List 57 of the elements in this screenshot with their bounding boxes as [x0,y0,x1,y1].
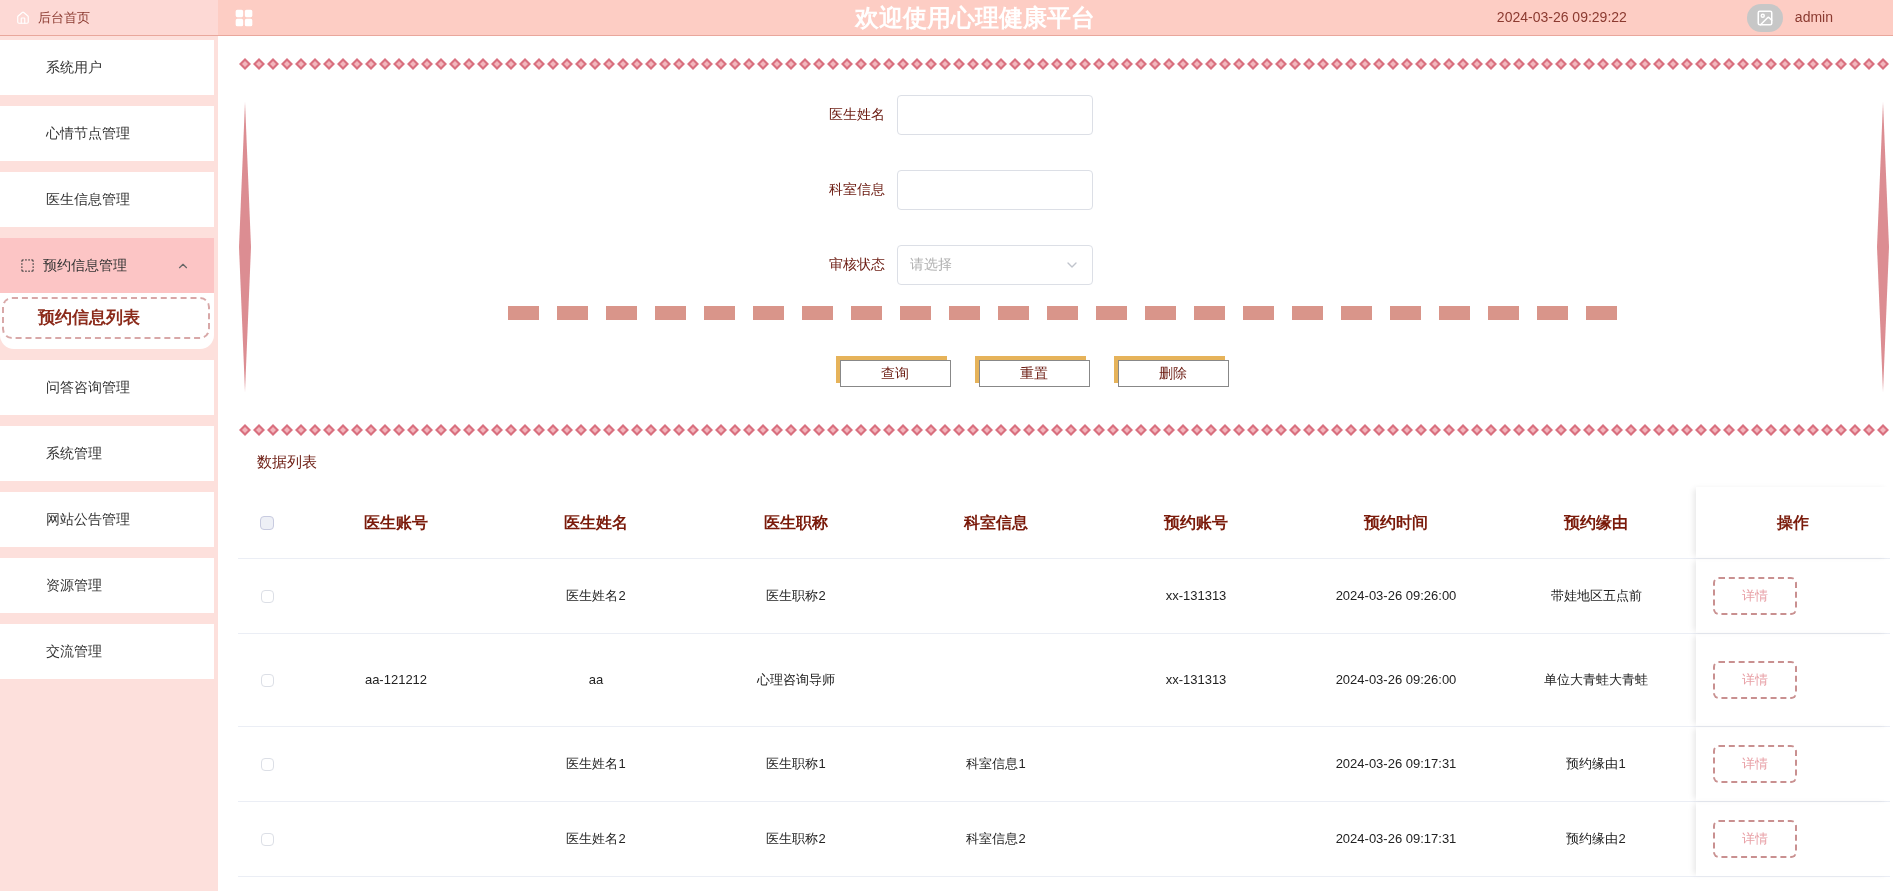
row-checkbox[interactable] [260,589,274,603]
table-cell-text: xx-131313 [1165,671,1227,690]
column-header: 预约账号 [1164,512,1228,533]
row-checkbox[interactable] [260,757,274,771]
datetime-text: 2024-03-26 09:29:22 [1496,8,1627,27]
table-cell-text: 预约缘由1 [1566,755,1626,774]
sidebar-item[interactable]: 资源管理 [0,558,214,613]
table-cell-text: 单位大青蛙大青蛙 [1544,671,1648,690]
grid-menu-icon[interactable] [234,7,254,28]
column-header: 科室信息 [964,512,1028,533]
sidebar-item[interactable]: 医生信息管理 [0,172,214,227]
sidebar-item[interactable]: 网站公告管理 [0,492,214,547]
table-cell-text: 心理咨询导师 [757,671,835,690]
column-header: 医生姓名 [564,512,628,533]
sidebar-item[interactable]: 心情节点管理 [0,106,214,161]
sidebar-item[interactable]: 预约信息管理 [0,238,214,293]
sidebar-item[interactable]: 交流管理 [0,624,214,679]
column-header: 医生职称 [764,512,828,533]
table-cell-text: aa [588,671,604,690]
field-label: 审核状态 [828,255,885,274]
select-all-checkbox[interactable] [260,515,274,530]
row-checkbox[interactable] [260,673,274,687]
submenu-item[interactable]: 预约信息列表 [2,297,210,339]
table-cell-text: 2024-03-26 09:26:00 [1335,671,1457,690]
column-header: 预约缘由 [1564,512,1628,533]
text-field[interactable] [897,94,1093,135]
field-label: 医生姓名 [828,105,885,124]
table-cell-text: 医生姓名2 [566,830,626,849]
table-cell-text: 预约缘由2 [1566,830,1626,849]
home-icon [16,10,30,25]
column-header: 操作 [1777,512,1809,533]
row-checkbox[interactable] [260,832,274,846]
section-title: 数据列表 [257,451,317,472]
table-cell-text: 医生职称2 [766,830,826,849]
home-link[interactable]: 后台首页 [38,7,90,28]
table-cell-text: 医生姓名2 [566,587,626,606]
column-header: 预约时间 [1364,512,1428,533]
table-cell-text: aa-121212 [364,671,428,690]
table-cell-text: 医生职称1 [766,755,826,774]
field-label: 科室信息 [828,180,885,199]
table-cell-text: xx-131313 [1165,587,1227,606]
page-title: 欢迎使用心理健康平台 [855,2,1096,33]
table-cell-text: 科室信息2 [966,830,1026,849]
column-header: 医生账号 [364,512,428,533]
table-cell-text: 医生姓名1 [566,755,626,774]
text-field[interactable] [897,169,1093,210]
sidebar-item[interactable]: 系统用户 [0,40,214,95]
sidebar-item[interactable]: 问答咨询管理 [0,360,214,415]
user-name[interactable]: admin [1794,7,1833,28]
table-cell-text: 带娃地区五点前 [1550,587,1642,606]
table-cell-text: 科室信息1 [966,755,1026,774]
table-cell-text: 2024-03-26 09:17:31 [1335,830,1457,849]
table-cell-text: 医生职称2 [766,587,826,606]
table-cell-text: 2024-03-26 09:26:00 [1335,587,1457,606]
sidebar-item[interactable]: 系统管理 [0,426,214,481]
table-cell-text: 2024-03-26 09:17:31 [1335,755,1457,774]
avatar-icon [1746,3,1783,32]
